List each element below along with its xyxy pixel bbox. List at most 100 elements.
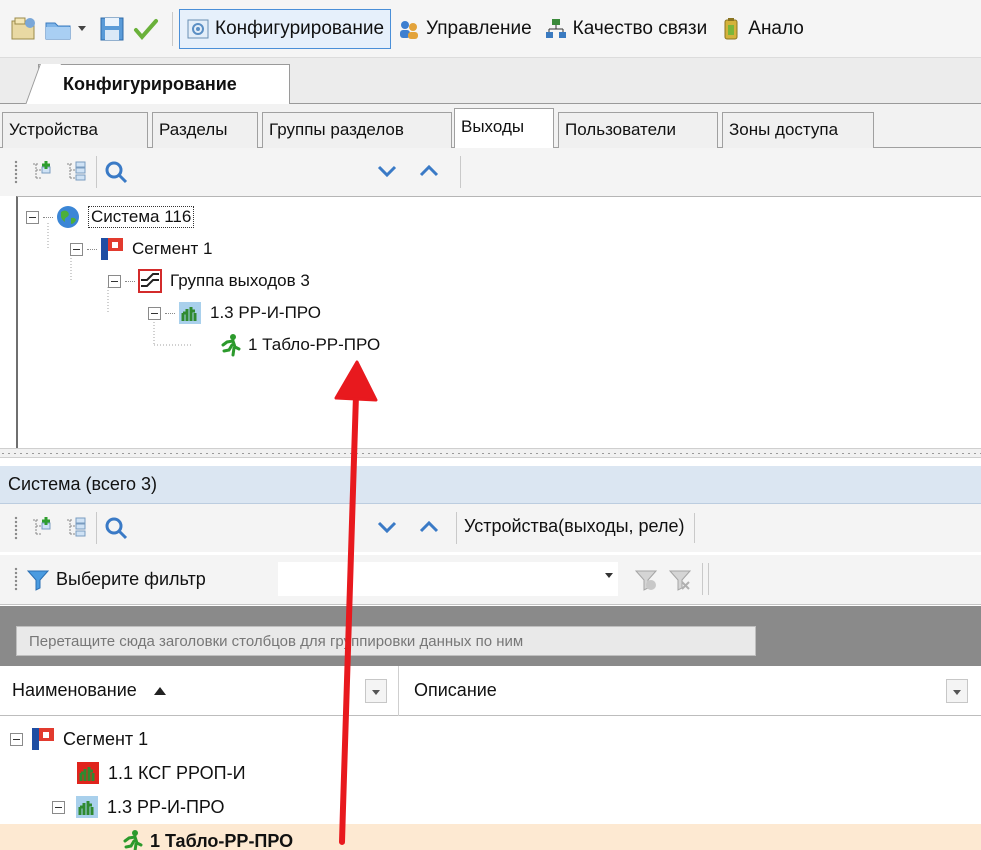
- tree-node-label: 1 Табло-РР-ПРО: [248, 335, 381, 354]
- column-name-label: Наименование: [12, 680, 137, 700]
- tree-node-system[interactable]: Система 116: [26, 201, 195, 233]
- tab-access-zones-label: Зоны доступа: [729, 120, 839, 139]
- filter-funnel-icon[interactable]: [26, 568, 50, 592]
- toolbar-separator: [96, 512, 97, 544]
- tab-configuration-label: Конфигурирование: [63, 74, 237, 94]
- output-group-icon: [138, 269, 162, 293]
- filter-select[interactable]: [278, 562, 618, 596]
- tab-access-zones[interactable]: Зоны доступа: [722, 112, 874, 148]
- chevron-down-icon[interactable]: [376, 162, 398, 180]
- list-toolbar: Устройства(выходы, реле): [0, 504, 981, 552]
- tab-sections[interactable]: Разделы: [152, 112, 258, 148]
- tree-node-segment[interactable]: Сегмент 1: [70, 233, 212, 265]
- grid-header: Наименование Описание: [0, 666, 981, 716]
- configuration-icon: [186, 17, 210, 41]
- search-icon[interactable]: [104, 160, 128, 184]
- tab-section-groups-label: Группы разделов: [269, 120, 404, 139]
- system-config-icon[interactable]: [10, 15, 38, 43]
- system-panel-title: Система (всего 3): [8, 474, 158, 494]
- tab-devices[interactable]: Устройства: [2, 112, 148, 148]
- exit-sign-icon: [218, 333, 242, 357]
- category-dropdown[interactable]: Устройства(выходы, реле): [464, 513, 696, 543]
- collapse-toggle[interactable]: [108, 274, 121, 288]
- tab-section-groups[interactable]: Группы разделов: [262, 112, 452, 148]
- chevron-down-icon[interactable]: [376, 518, 398, 536]
- exit-sign-icon: [120, 829, 144, 850]
- group-by-hint: Перетащите сюда заголовки столбцов для г…: [16, 626, 756, 656]
- apply-check-icon[interactable]: [132, 15, 160, 43]
- filter-bar: Выберите фильтр: [0, 555, 981, 605]
- column-filter-button[interactable]: [946, 679, 968, 703]
- chevron-down-icon[interactable]: [605, 573, 613, 578]
- tree-node-label: Система 116: [88, 206, 195, 228]
- tab-outputs-label: Выходы: [461, 117, 525, 136]
- device-red-icon: [76, 761, 100, 785]
- collapse-toggle[interactable]: [10, 732, 23, 746]
- dropdown-arrow-icon[interactable]: [78, 26, 86, 31]
- toolbar-separator: [708, 563, 709, 595]
- segment-icon: [31, 727, 55, 751]
- main-toolbar: Конфигурирование Управление Качество свя…: [0, 0, 981, 58]
- filter-clear-icon[interactable]: [634, 568, 658, 592]
- panel-splitter[interactable]: [0, 448, 981, 458]
- tree-node-output-group[interactable]: Группа выходов 3: [108, 265, 310, 297]
- tab-users[interactable]: Пользователи: [558, 112, 718, 148]
- column-divider[interactable]: [398, 666, 399, 716]
- chevron-up-icon[interactable]: [418, 162, 440, 180]
- toolbar-grip[interactable]: [14, 516, 18, 540]
- add-item-icon[interactable]: [30, 516, 54, 540]
- table-row[interactable]: 1.3 РР-И-ПРО: [0, 790, 981, 824]
- group-by-area[interactable]: Перетащите сюда заголовки столбцов для г…: [0, 606, 981, 666]
- collapse-toggle[interactable]: [52, 800, 65, 814]
- tab-outputs[interactable]: Выходы: [454, 108, 554, 149]
- analog-button[interactable]: Анало: [713, 9, 810, 49]
- control-label: Управление: [426, 17, 532, 39]
- column-description-label: Описание: [414, 680, 497, 700]
- table-row[interactable]: 1.1 КСГ РРОП-И: [0, 756, 981, 790]
- toolbar-grip[interactable]: [14, 160, 18, 184]
- filter-label[interactable]: Выберите фильтр: [56, 569, 206, 590]
- collapse-toggle[interactable]: [26, 210, 39, 224]
- collapse-toggle[interactable]: [148, 306, 161, 320]
- tree-node-exit-sign[interactable]: 1 Табло-РР-ПРО: [218, 329, 380, 361]
- column-filter-button[interactable]: [365, 679, 387, 703]
- column-header-name[interactable]: Наименование: [12, 666, 166, 716]
- toolbar-grip[interactable]: [14, 567, 18, 591]
- toolbar-separator: [172, 11, 173, 46]
- network-icon: [544, 17, 568, 41]
- analog-label: Анало: [748, 17, 804, 39]
- table-row-selected[interactable]: 1 Табло-РР-ПРО: [0, 824, 981, 850]
- segment-icon: [100, 237, 124, 261]
- toolbar-separator: [460, 156, 461, 188]
- configuration-label: Конфигурирование: [215, 17, 385, 39]
- control-button[interactable]: Управление: [391, 9, 538, 49]
- sort-ascending-icon: [153, 687, 166, 696]
- globe-icon: [56, 205, 80, 229]
- column-header-description[interactable]: Описание: [414, 666, 497, 716]
- save-icon[interactable]: [98, 15, 126, 43]
- link-quality-button[interactable]: Качество связи: [538, 9, 714, 49]
- chevron-up-icon[interactable]: [418, 518, 440, 536]
- collapse-toggle[interactable]: [70, 242, 83, 256]
- tree-view-icon[interactable]: [64, 516, 88, 540]
- add-item-icon[interactable]: [30, 160, 54, 184]
- tree-node-label: Сегмент 1: [132, 239, 213, 258]
- configuration-button[interactable]: Конфигурирование: [179, 8, 392, 49]
- tab-configuration[interactable]: Конфигурирование: [38, 64, 290, 105]
- table-row[interactable]: Сегмент 1: [0, 722, 981, 756]
- row-label: 1.1 КСГ РРОП-И: [108, 762, 246, 783]
- tree-toolbar: [0, 148, 981, 196]
- open-folder-icon[interactable]: [44, 15, 72, 43]
- filter-remove-icon[interactable]: [668, 568, 692, 592]
- row-label: Сегмент 1: [63, 728, 149, 749]
- toolbar-separator: [702, 563, 703, 595]
- tree-node-device[interactable]: 1.3 РР-И-ПРО: [148, 297, 321, 329]
- toolbar-separator: [456, 512, 457, 544]
- tab-sections-label: Разделы: [159, 120, 228, 139]
- device-icon: [178, 301, 202, 325]
- tree-view-icon[interactable]: [64, 160, 88, 184]
- row-label: 1.3 РР-И-ПРО: [107, 796, 225, 817]
- toolbar-separator: [96, 156, 97, 188]
- tab-users-label: Пользователи: [565, 120, 676, 139]
- search-icon[interactable]: [104, 516, 128, 540]
